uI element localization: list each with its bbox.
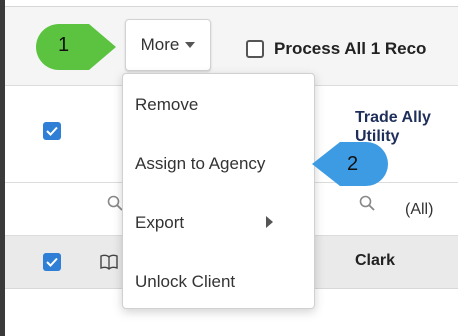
select-all-checkbox[interactable] <box>43 122 61 140</box>
menu-item-assign-to-agency[interactable]: Assign to Agency <box>135 154 265 174</box>
row-checkbox[interactable] <box>43 253 61 271</box>
checkmark-icon <box>46 126 58 136</box>
step-1-callout-label: 1 <box>58 34 70 56</box>
book-icon[interactable] <box>100 254 118 270</box>
top-strip <box>5 0 458 7</box>
checkmark-icon <box>46 257 58 267</box>
step-2-callout-label: 2 <box>347 153 359 175</box>
more-button[interactable]: More <box>125 19 211 71</box>
search-icon <box>107 195 123 211</box>
step-1-callout-shape <box>36 24 116 70</box>
filter-value[interactable]: (All) <box>405 201 433 219</box>
process-all-checkbox[interactable] <box>246 40 264 58</box>
process-all-control[interactable]: Process All 1 Reco <box>246 37 426 61</box>
more-button-label: More <box>140 35 180 54</box>
caret-down-icon <box>185 42 196 48</box>
more-dropdown-menu: Remove Assign to Agency Export Unlock Cl… <box>122 73 315 309</box>
menu-item-export[interactable]: Export <box>135 213 184 233</box>
chevron-right-icon <box>266 216 273 228</box>
menu-item-unlock-client[interactable]: Unlock Client <box>135 272 235 292</box>
process-all-label: Process All 1 Reco <box>274 39 427 58</box>
menu-item-remove[interactable]: Remove <box>135 95 198 115</box>
search-icon <box>359 195 375 211</box>
row-cell-name: Clark <box>355 252 396 269</box>
